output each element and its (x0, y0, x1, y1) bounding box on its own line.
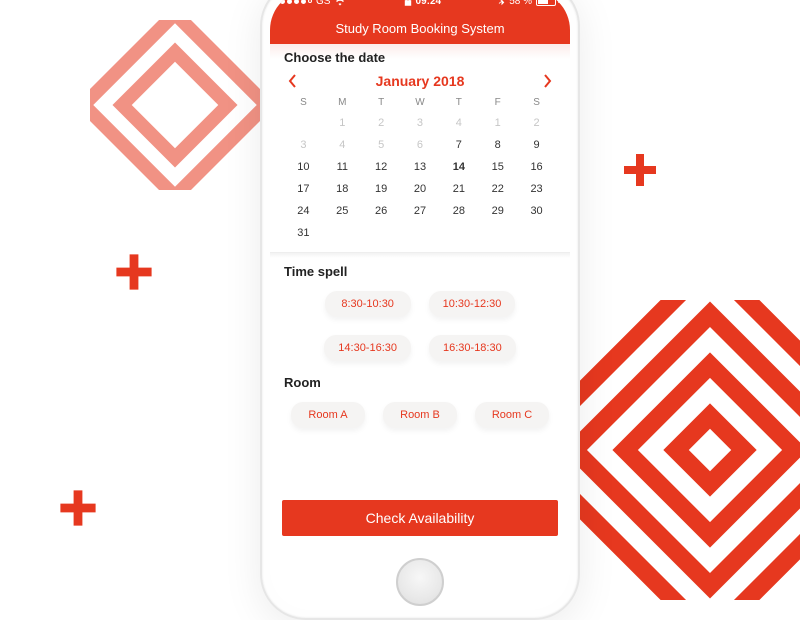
calendar-day[interactable]: 27 (401, 200, 440, 222)
screen-content: Choose the date January 2018 SMTWTFS 123… (270, 44, 570, 540)
status-center: 09:24 (404, 0, 442, 7)
bluetooth-icon (498, 0, 505, 7)
calendar-day[interactable]: 24 (284, 200, 323, 222)
calendar-day[interactable]: 30 (517, 200, 556, 222)
status-right: 58 % (498, 0, 560, 7)
month-label: January 2018 (376, 73, 465, 89)
calendar-day[interactable]: 3 (284, 134, 323, 156)
clock-label: 09:24 (416, 0, 442, 7)
calendar-day[interactable]: 23 (517, 178, 556, 200)
lock-icon (404, 0, 412, 6)
calendar-day[interactable]: 18 (323, 178, 362, 200)
calendar-week: 3456789 (284, 134, 556, 156)
calendar-day[interactable]: 1 (478, 112, 517, 134)
weekday-header: SMTWTFS (270, 95, 570, 110)
calendar-day[interactable]: 4 (323, 134, 362, 156)
calendar-day[interactable]: 28 (439, 200, 478, 222)
time-spell-label: Time spell (270, 258, 570, 283)
bg-diamond-bottom-right (560, 300, 800, 600)
calendar-grid: 1234123456789101112131415161718192021222… (270, 110, 570, 250)
calendar-day[interactable]: 17 (284, 178, 323, 200)
weekday-cell: S (517, 95, 556, 110)
calendar-week: 123412 (284, 112, 556, 134)
bg-plus-2 (620, 150, 660, 190)
time-slot-chip[interactable]: 8:30-10:30 (325, 291, 411, 317)
carrier-label: GS (316, 0, 330, 7)
calendar-day[interactable]: 12 (362, 156, 401, 178)
choose-date-label: Choose the date (270, 44, 570, 69)
calendar-week: 17181920212223 (284, 178, 556, 200)
calendar-day[interactable]: 14 (439, 156, 478, 178)
phone-screen: GS 09:24 58 % Study Room Booking System … (270, 0, 570, 610)
calendar-day[interactable]: 21 (439, 178, 478, 200)
weekday-cell: W (401, 95, 440, 110)
app-title: Study Room Booking System (335, 21, 504, 36)
calendar-day[interactable]: 26 (362, 200, 401, 222)
calendar-week: 10111213141516 (284, 156, 556, 178)
calendar-day[interactable]: 2 (517, 112, 556, 134)
month-nav: January 2018 (270, 69, 570, 95)
calendar-day[interactable]: 5 (362, 134, 401, 156)
calendar-week: 31 (284, 222, 556, 244)
signal-dots-icon (280, 0, 312, 4)
next-month-button[interactable] (542, 73, 552, 89)
weekday-cell: M (323, 95, 362, 110)
time-slot-chip[interactable]: 16:30-18:30 (429, 335, 516, 361)
bg-diamond-top-left (90, 20, 260, 190)
calendar-day[interactable]: 16 (517, 156, 556, 178)
room-chip[interactable]: Room B (383, 402, 457, 428)
calendar-day[interactable]: 4 (439, 112, 478, 134)
prev-month-button[interactable] (288, 73, 298, 89)
calendar-day[interactable]: 31 (284, 222, 323, 244)
calendar-day[interactable]: 22 (478, 178, 517, 200)
room-chip[interactable]: Room A (291, 402, 365, 428)
calendar-day[interactable]: 11 (323, 156, 362, 178)
calendar-day[interactable]: 7 (439, 134, 478, 156)
calendar-week: 24252627282930 (284, 200, 556, 222)
calendar-day[interactable]: 20 (401, 178, 440, 200)
check-availability-button[interactable]: Check Availability (282, 500, 558, 536)
bg-plus-1 (112, 250, 156, 294)
calendar-day[interactable]: 2 (362, 112, 401, 134)
calendar-day[interactable]: 9 (517, 134, 556, 156)
weekday-cell: T (439, 95, 478, 110)
calendar-day[interactable]: 15 (478, 156, 517, 178)
room-label: Room (270, 369, 570, 394)
weekday-cell: T (362, 95, 401, 110)
time-slot-chip[interactable]: 14:30-16:30 (324, 335, 411, 361)
phone-frame: GS 09:24 58 % Study Room Booking System … (260, 0, 580, 620)
app-title-bar: Study Room Booking System (270, 12, 570, 44)
calendar-day[interactable]: 1 (323, 112, 362, 134)
battery-pct-label: 58 % (509, 0, 532, 7)
calendar-day[interactable]: 10 (284, 156, 323, 178)
calendar-day[interactable]: 13 (401, 156, 440, 178)
time-slot-row: 8:30-10:30 10:30-12:30 14:30-16:30 16:30-18… (270, 283, 570, 369)
room-row: Room A Room B Room C (270, 394, 570, 436)
status-left: GS (280, 0, 346, 7)
bg-plus-3 (56, 486, 100, 530)
status-bar: GS 09:24 58 % (270, 0, 570, 12)
time-slot-chip[interactable]: 10:30-12:30 (429, 291, 516, 317)
calendar-day[interactable]: 8 (478, 134, 517, 156)
calendar-day[interactable]: 25 (323, 200, 362, 222)
calendar-day[interactable]: 6 (401, 134, 440, 156)
wifi-icon (334, 0, 346, 6)
calendar-day[interactable]: 3 (401, 112, 440, 134)
weekday-cell: F (478, 95, 517, 110)
calendar-day[interactable]: 29 (478, 200, 517, 222)
room-chip[interactable]: Room C (475, 402, 549, 428)
home-button[interactable] (396, 558, 444, 606)
battery-icon (536, 0, 560, 6)
calendar-day[interactable]: 19 (362, 178, 401, 200)
weekday-cell: S (284, 95, 323, 110)
